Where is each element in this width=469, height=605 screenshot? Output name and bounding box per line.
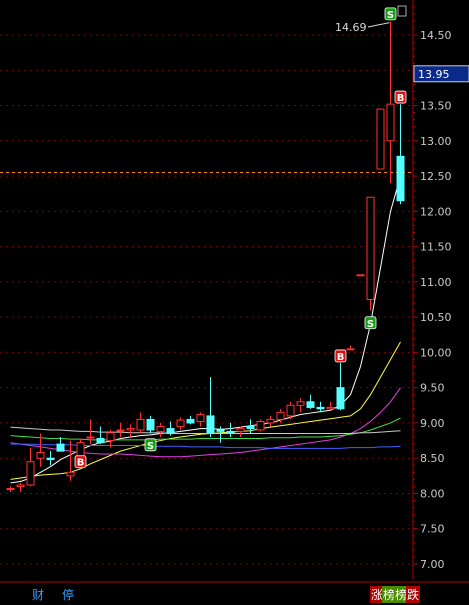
candle-body bbox=[276, 411, 285, 420]
y-tick-label: 11.00 bbox=[420, 276, 452, 289]
candle-body bbox=[86, 436, 95, 439]
y-tick-label: 11.50 bbox=[420, 241, 452, 254]
candle-body bbox=[326, 406, 335, 410]
candle-body bbox=[306, 401, 315, 408]
finance-tag-button[interactable]: 财 bbox=[32, 586, 44, 603]
max-price-label: 14.69 bbox=[335, 21, 367, 34]
y-tick-label: 13.00 bbox=[420, 135, 452, 148]
y-tick-label: 8.50 bbox=[420, 452, 445, 465]
candle-body bbox=[356, 274, 365, 277]
candle-body bbox=[206, 415, 215, 435]
candle-body bbox=[126, 428, 135, 431]
candle-body bbox=[196, 413, 205, 423]
candle-body bbox=[316, 406, 325, 410]
panel-toggle-icon bbox=[397, 5, 407, 17]
candle-body bbox=[366, 196, 375, 300]
suspend-tag-button[interactable]: 停 bbox=[62, 586, 74, 603]
y-tick-label: 12.50 bbox=[420, 170, 452, 183]
candle-body bbox=[296, 401, 305, 406]
signal-label: B bbox=[337, 352, 345, 363]
signal-label: B bbox=[77, 458, 85, 469]
candle-body bbox=[16, 484, 25, 487]
candle-body bbox=[336, 387, 345, 410]
y-tick-label: 7.00 bbox=[420, 558, 445, 571]
candle-body bbox=[386, 103, 395, 142]
candle-body bbox=[176, 419, 185, 427]
y-tick-label: 13.50 bbox=[420, 100, 452, 113]
candle-body bbox=[66, 471, 75, 477]
candle-body bbox=[46, 457, 55, 461]
candle-body bbox=[136, 418, 145, 431]
moving-average-line bbox=[10, 443, 401, 449]
candle-body bbox=[376, 108, 385, 170]
candle-body bbox=[26, 461, 35, 486]
y-tick-label: 7.50 bbox=[420, 523, 445, 536]
candle-body bbox=[96, 437, 105, 444]
candle-body bbox=[36, 452, 45, 459]
candle-body bbox=[6, 488, 15, 491]
candle-body bbox=[116, 429, 125, 432]
candle-body bbox=[226, 430, 235, 435]
candle-body bbox=[166, 428, 175, 435]
candle-body bbox=[346, 348, 355, 351]
candle-body bbox=[256, 421, 265, 431]
y-tick-label: 8.00 bbox=[420, 487, 445, 500]
signal-label: S bbox=[367, 319, 374, 330]
candle-body bbox=[156, 425, 165, 432]
y-tick-label: 12.00 bbox=[420, 205, 452, 218]
candle-body bbox=[106, 432, 115, 442]
candle-body bbox=[186, 418, 195, 424]
y-tick-label: 9.00 bbox=[420, 417, 445, 430]
candle-body bbox=[396, 155, 405, 202]
y-tick-label: 9.50 bbox=[420, 382, 445, 395]
candle-body bbox=[286, 404, 295, 417]
candle-body bbox=[236, 428, 245, 432]
signal-label: B bbox=[397, 93, 405, 104]
current-price-value: 13.95 bbox=[418, 68, 450, 81]
candle-body bbox=[146, 418, 155, 431]
bottom-tag-bar: 财 停 涨 榜 榜 跌 bbox=[0, 583, 469, 605]
candle-body bbox=[246, 425, 255, 430]
candle-body bbox=[266, 418, 275, 424]
y-tick-label: 10.00 bbox=[420, 346, 452, 359]
y-tick-label: 14.50 bbox=[420, 29, 452, 42]
signal-label: S bbox=[387, 10, 394, 21]
candle-body bbox=[216, 429, 225, 432]
signal-label: S bbox=[147, 441, 154, 452]
max-annotation-arrow bbox=[367, 22, 390, 28]
candle-body bbox=[56, 443, 65, 452]
limit-down-tag-button[interactable]: 跌 bbox=[406, 586, 421, 603]
candlestick-chart: 14.5014.0013.5013.0012.5012.0011.5011.00… bbox=[0, 0, 469, 583]
y-tick-label: 10.50 bbox=[420, 311, 452, 324]
